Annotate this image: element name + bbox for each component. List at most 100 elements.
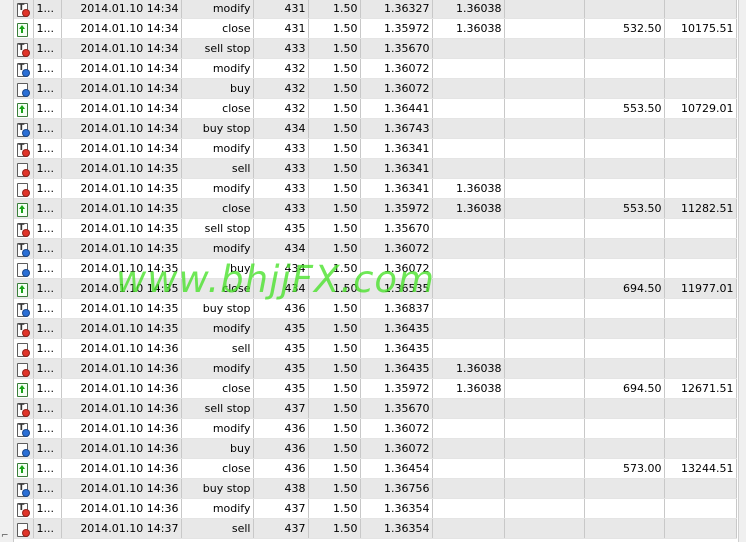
cell-type: buy [181,258,254,279]
cell-ticket: 1... [33,398,62,419]
table-row[interactable]: 1... 2014.01.10 14:37 sell 437 1.50 1.36354 [14,518,737,539]
cell-tp [504,278,585,299]
resize-corner-icon[interactable]: ⌐ [1,532,9,541]
cell-balance [664,358,737,379]
cell-balance [664,218,737,239]
cell-size: 1.50 [308,138,361,159]
cell-profit [584,478,665,499]
cell-tp [504,258,585,279]
table-row[interactable]: T 1... 2014.01.10 14:35 modify 435 1.50 1.3643… [14,318,737,339]
cell-time: 2014.01.10 14:34 [61,58,182,79]
cell-ticket: 1... [33,0,62,19]
cell-tp [504,298,585,319]
deal-document-blue-icon [16,262,31,277]
table-row[interactable]: T 1... 2014.01.10 14:36 modify 437 1.50 1.3635… [14,498,737,519]
vertical-scrollbar[interactable] [738,0,746,542]
cell-icon [14,198,34,219]
table-row[interactable]: T 1... 2014.01.10 14:36 modify 436 1.50 1.3607… [14,418,737,439]
cell-price: 1.36341 [360,178,433,199]
cell-ticket: 1... [33,338,62,359]
cell-ticket: 1... [33,18,62,39]
cell-ticket: 1... [33,218,62,239]
cell-icon: T [14,118,34,139]
cell-time: 2014.01.10 14:35 [61,178,182,199]
cell-order: 436 [253,418,309,439]
cell-balance [664,118,737,139]
cell-price: 1.36837 [360,298,433,319]
table-row[interactable]: T 1... 2014.01.10 14:34 modify 433 1.50 1.3634… [14,138,737,159]
cell-profit [584,78,665,99]
cell-time: 2014.01.10 14:36 [61,498,182,519]
cell-size: 1.50 [308,438,361,459]
table-row[interactable]: 1... 2014.01.10 14:34 buy 432 1.50 1.36072 [14,78,737,99]
pending-order-red-icon: T [16,502,31,517]
cell-time: 2014.01.10 14:36 [61,478,182,499]
cell-ticket: 1... [33,298,62,319]
cell-price: 1.35972 [360,198,433,219]
table-row[interactable]: 1... 2014.01.10 14:35 sell 433 1.50 1.36341 [14,158,737,179]
cell-size: 1.50 [308,498,361,519]
table-row[interactable]: 1... 2014.01.10 14:36 modify 435 1.50 1.36435… [14,358,737,379]
cell-profit [584,518,665,539]
cell-tp [504,378,585,399]
cell-time: 2014.01.10 14:35 [61,158,182,179]
table-row[interactable]: T 1... 2014.01.10 14:36 buy stop 438 1.50 1.36… [14,478,737,499]
cell-time: 2014.01.10 14:37 [61,518,182,539]
table-row[interactable]: 1... 2014.01.10 14:36 sell 435 1.50 1.36435 [14,338,737,359]
cell-profit [584,318,665,339]
cell-sl [432,238,505,259]
cell-size: 1.50 [308,118,361,139]
table-row[interactable]: T 1... 2014.01.10 14:35 sell stop 435 1.50 1.3… [14,218,737,239]
cell-balance [664,258,737,279]
closed-position-arrow-icon [16,462,30,477]
cell-icon [14,98,34,119]
pending-order-blue-icon: T [16,242,31,257]
cell-profit [584,238,665,259]
cell-sl [432,118,505,139]
table-row[interactable]: T 1... 2014.01.10 14:34 modify 432 1.50 1.3607… [14,58,737,79]
table-row[interactable]: 1... 2014.01.10 14:35 close 434 1.50 1.36535 6… [14,278,737,299]
closed-position-arrow-icon [16,382,30,397]
table-row[interactable]: 1... 2014.01.10 14:36 close 436 1.50 1.36454 5… [14,458,737,479]
table-row[interactable]: 1... 2014.01.10 14:34 close 432 1.50 1.36441 5… [14,98,737,119]
cell-tp [504,58,585,79]
table-row[interactable]: 1... 2014.01.10 14:36 buy 436 1.50 1.36072 [14,438,737,459]
cell-type: sell stop [181,398,254,419]
table-row[interactable]: T 1... 2014.01.10 14:36 sell stop 437 1.50 1.3… [14,398,737,419]
cell-ticket: 1... [33,258,62,279]
table-row[interactable]: 1... 2014.01.10 14:35 buy 434 1.50 1.36072 [14,258,737,279]
table-row[interactable]: 1... 2014.01.10 14:36 close 435 1.50 1.35972 1… [14,378,737,399]
cell-size: 1.50 [308,478,361,499]
table-row[interactable]: T 1... 2014.01.10 14:34 buy stop 434 1.50 1.36… [14,118,737,139]
table-row[interactable]: 1... 2014.01.10 14:35 modify 433 1.50 1.36341… [14,178,737,199]
cell-time: 2014.01.10 14:35 [61,218,182,239]
cell-profit [584,0,665,19]
table-row[interactable]: 1... 2014.01.10 14:35 close 433 1.50 1.35972 1… [14,198,737,219]
table-row[interactable]: T 1... 2014.01.10 14:34 modify 431 1.50 1.3632… [14,0,737,19]
table-row[interactable]: T 1... 2014.01.10 14:35 buy stop 436 1.50 1.36… [14,298,737,319]
row-header-strip: ⌐ [0,0,14,542]
cell-time: 2014.01.10 14:36 [61,358,182,379]
cell-icon [14,378,34,399]
cell-type: modify [181,0,254,19]
cell-tp [504,318,585,339]
cell-tp [504,418,585,439]
cell-icon [14,438,34,459]
cell-order: 438 [253,478,309,499]
deal-document-red-icon [16,162,31,177]
table-row[interactable]: 1... 2014.01.10 14:34 close 431 1.50 1.35972 1… [14,18,737,39]
cell-type: sell [181,338,254,359]
cell-sl [432,478,505,499]
cell-sl [432,518,505,539]
cell-ticket: 1... [33,458,62,479]
cell-type: modify [181,238,254,259]
cell-sl [432,98,505,119]
cell-tp [504,438,585,459]
cell-order: 437 [253,398,309,419]
table-row[interactable]: T 1... 2014.01.10 14:35 modify 434 1.50 1.3607… [14,238,737,259]
cell-order: 433 [253,138,309,159]
cell-profit [584,338,665,359]
cell-order: 432 [253,78,309,99]
cell-size: 1.50 [308,158,361,179]
table-row[interactable]: T 1... 2014.01.10 14:34 sell stop 433 1.50 1.3… [14,38,737,59]
